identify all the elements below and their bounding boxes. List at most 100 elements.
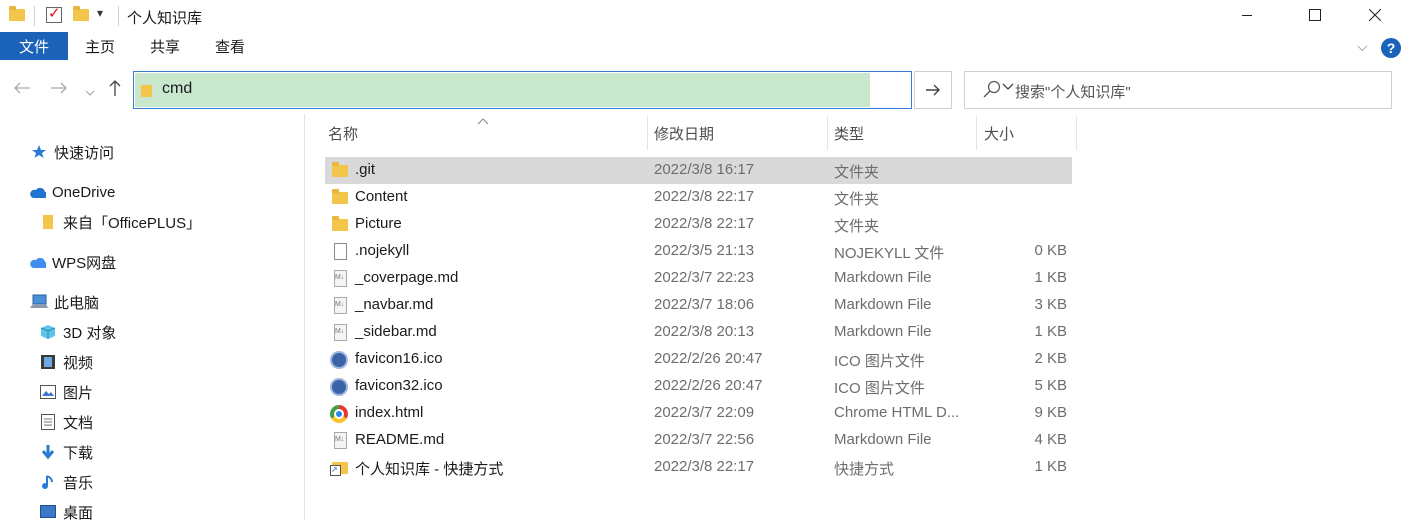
file-date: 2022/3/8 20:13 xyxy=(654,323,755,340)
nav-item-videos[interactable]: 视频 xyxy=(39,350,93,374)
file-row[interactable]: README.md 2022/3/7 22:56 Markdown File 4 KB xyxy=(325,427,1072,454)
markdown-icon xyxy=(334,270,347,287)
file-date: 2022/3/8 22:17 xyxy=(654,458,755,475)
file-row[interactable]: .nojekyll 2022/3/5 21:13 NOJEKYLL 文件 0 KB xyxy=(325,238,1072,265)
file-name: _navbar.md xyxy=(355,296,434,313)
file-row[interactable]: index.html 2022/3/7 22:09 Chrome HTML D...… xyxy=(325,400,1072,427)
quick-access-dropdown-icon[interactable]: ▾ xyxy=(97,6,103,24)
file-date: 2022/3/7 22:09 xyxy=(654,404,755,421)
divider xyxy=(34,6,35,26)
picture-icon xyxy=(39,383,57,401)
file-type: NOJEKYLL 文件 xyxy=(834,245,945,262)
search-icon xyxy=(983,80,1001,98)
file-name: 个人知识库 - 快捷方式 xyxy=(355,461,504,478)
ico-file-icon xyxy=(330,378,348,396)
tab-share[interactable]: 共享 xyxy=(150,32,180,60)
nav-item-pictures[interactable]: 图片 xyxy=(39,380,93,404)
column-divider[interactable] xyxy=(1076,116,1077,150)
file-row[interactable]: 个人知识库 - 快捷方式 2022/3/8 22:17 快捷方式 1 KB xyxy=(325,454,1072,481)
file-type: ICO 图片文件 xyxy=(834,353,925,370)
chevron-down-icon xyxy=(85,90,95,96)
file-row[interactable]: favicon16.ico 2022/2/26 20:47 ICO 图片文件 2 KB xyxy=(325,346,1072,373)
folder-icon xyxy=(332,162,348,177)
maximize-button[interactable] xyxy=(1292,0,1338,30)
column-header-size[interactable]: 大小 xyxy=(984,123,1014,144)
file-row[interactable]: _sidebar.md 2022/3/8 20:13 Markdown File 1 … xyxy=(325,319,1072,346)
divider xyxy=(118,6,119,26)
tab-file[interactable]: 文件 xyxy=(0,32,68,60)
nav-item-this-pc[interactable]: 此电脑 xyxy=(30,290,99,314)
file-size: 4 KB xyxy=(1034,431,1067,448)
properties-checkbox-icon[interactable] xyxy=(46,4,62,23)
column-header-date[interactable]: 修改日期 xyxy=(654,123,714,144)
file-row[interactable]: Content 2022/3/8 22:17 文件夹 xyxy=(325,184,1072,211)
download-icon xyxy=(39,443,57,461)
file-name: Content xyxy=(355,188,408,205)
nav-item-label: 下载 xyxy=(63,444,94,462)
tab-view[interactable]: 查看 xyxy=(215,32,245,60)
search-box[interactable]: 搜索"个人知识库" xyxy=(964,71,1392,109)
column-divider[interactable] xyxy=(647,116,648,150)
file-name: favicon32.ico xyxy=(355,377,443,394)
minimize-button[interactable] xyxy=(1224,0,1270,30)
file-date: 2022/2/26 20:47 xyxy=(654,350,763,367)
close-button[interactable] xyxy=(1352,0,1398,30)
file-name: index.html xyxy=(355,404,424,421)
file-name: _sidebar.md xyxy=(355,323,437,340)
column-header-name[interactable]: 名称 xyxy=(328,123,358,144)
column-divider[interactable] xyxy=(827,116,828,150)
nav-item-label: WPS网盘 xyxy=(52,254,117,272)
nav-item-wps-drive[interactable]: WPS网盘 xyxy=(28,250,116,274)
address-bar[interactable]: cmd xyxy=(133,71,1014,109)
nav-item-documents[interactable]: 文档 xyxy=(39,410,93,434)
nav-item-music[interactable]: 音乐 xyxy=(39,470,93,494)
help-icon[interactable]: ? xyxy=(1381,38,1401,58)
file-size: 0 KB xyxy=(1034,242,1067,259)
nav-item-quick-access[interactable]: 快速访问 xyxy=(30,140,114,164)
file-type: 快捷方式 xyxy=(834,461,895,478)
nav-item-label: OneDrive xyxy=(52,183,116,201)
address-input[interactable]: cmd xyxy=(162,80,192,98)
ribbon-expand-icon[interactable]: ⌵ xyxy=(1357,32,1368,60)
nav-item-officeplus[interactable]: 来自「OfficePLUS」 xyxy=(39,210,201,234)
navigation-bar: cmd 搜索"个人知识库" xyxy=(0,62,1402,114)
window-title: 个人知识库 xyxy=(127,10,203,27)
new-folder-icon[interactable] xyxy=(73,6,89,21)
file-type: ICO 图片文件 xyxy=(834,380,925,397)
nav-item-desktop[interactable]: 桌面 xyxy=(39,500,93,524)
back-arrow-icon xyxy=(14,82,30,94)
file-name: favicon16.ico xyxy=(355,350,443,367)
recent-locations-button[interactable] xyxy=(85,82,95,102)
file-size: 3 KB xyxy=(1034,296,1067,313)
file-type: 文件夹 xyxy=(834,191,880,208)
file-row[interactable]: _coverpage.md 2022/3/7 22:23 Markdown File… xyxy=(325,265,1072,292)
nav-item-onedrive[interactable]: OneDrive xyxy=(28,180,115,204)
nav-item-3d-objects[interactable]: 3D 对象 xyxy=(39,320,116,344)
nav-item-label: 3D 对象 xyxy=(63,324,117,342)
file-row[interactable]: _navbar.md 2022/3/7 18:06 Markdown File 3 K… xyxy=(325,292,1072,319)
forward-button[interactable] xyxy=(50,80,68,100)
file-row[interactable]: .git 2022/3/8 16:17 文件夹 xyxy=(325,157,1072,184)
file-row[interactable]: favicon32.ico 2022/2/26 20:47 ICO 图片文件 5 KB xyxy=(325,373,1072,400)
back-button[interactable] xyxy=(13,80,31,100)
cube-icon xyxy=(39,323,57,341)
file-name: .git xyxy=(355,161,376,178)
navigation-pane: 快速访问 OneDrive 来自「OfficePLUS」 WPS网盘 此电脑 3… xyxy=(0,114,305,522)
minimize-icon xyxy=(1242,15,1252,16)
file-row[interactable]: Picture 2022/3/8 22:17 文件夹 xyxy=(325,211,1072,238)
nav-item-downloads[interactable]: 下载 xyxy=(39,440,93,464)
up-button[interactable] xyxy=(108,79,122,102)
column-header-type[interactable]: 类型 xyxy=(834,123,864,144)
tab-home[interactable]: 主页 xyxy=(85,32,115,60)
sort-ascending-icon xyxy=(477,114,489,128)
file-type: 文件夹 xyxy=(834,164,880,181)
ribbon: 文件 主页 共享 查看 ⌵ ? xyxy=(0,32,1402,62)
search-input[interactable]: 搜索"个人知识库" xyxy=(1015,81,1131,102)
column-divider[interactable] xyxy=(976,116,977,150)
ico-file-icon xyxy=(330,351,348,369)
go-button[interactable] xyxy=(914,71,952,109)
file-date: 2022/3/8 16:17 xyxy=(654,161,755,178)
markdown-icon xyxy=(334,432,347,449)
nav-item-label: 快速访问 xyxy=(54,144,115,162)
folder-icon xyxy=(39,213,57,231)
